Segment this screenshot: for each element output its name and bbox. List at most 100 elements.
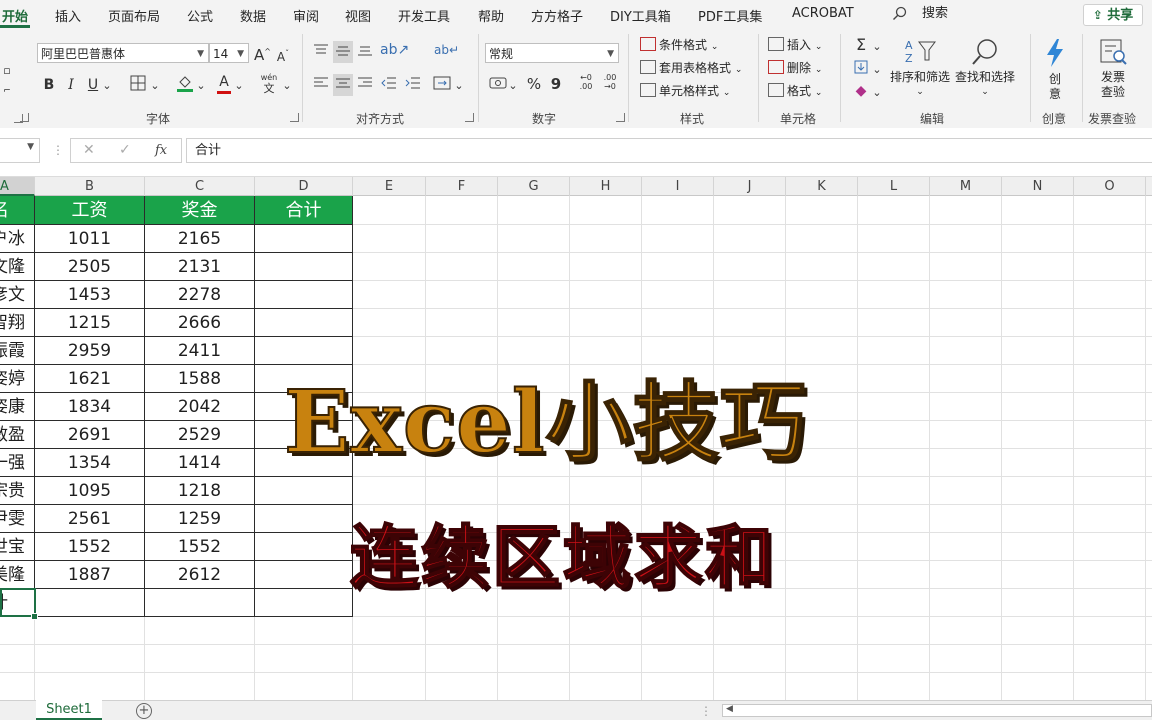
table-cell[interactable]: 一强 [0,449,35,477]
menu-tab[interactable]: PDF工具集 [698,6,762,25]
font-color-button[interactable]: A [216,73,232,94]
align-center-button[interactable] [333,74,353,96]
number-format-select[interactable]: 常规 ▼ [485,43,619,63]
scroll-left-icon[interactable]: ◀ [726,704,733,714]
format-painter-fragment-icon[interactable]: ⌐ [0,82,14,100]
add-sheet-button[interactable]: + [136,703,152,719]
bold-button[interactable]: B [42,76,56,94]
column-header[interactable]: N [1002,177,1074,196]
comma-style-button[interactable]: 9 [549,75,563,93]
table-cell[interactable]: 1414 [145,449,255,477]
fill-color-dropdown[interactable]: ⌄ [196,77,206,95]
clipboard-fragment-icon[interactable]: ▫ [0,62,14,80]
table-cell[interactable]: 宗贵 [0,477,35,505]
total-row-cell[interactable] [35,589,145,617]
table-header-cell[interactable]: 工资 [35,196,145,225]
creative-button[interactable]: 创 意 [1038,38,1072,102]
underline-dropdown[interactable]: ⌄ [102,77,112,95]
menu-tab[interactable]: 方方格子 [531,6,583,25]
table-cell[interactable]: 美隆 [0,561,35,589]
underline-button[interactable]: U [86,76,100,94]
table-cell[interactable]: 1834 [35,393,145,421]
column-header[interactable]: O [1074,177,1146,196]
formula-input[interactable]: 合计 [186,138,1152,163]
table-cell[interactable]: 2278 [145,281,255,309]
column-header[interactable]: D [255,177,353,196]
table-header-cell[interactable]: 奖金 [145,196,255,225]
table-cell[interactable] [255,477,353,505]
enter-icon[interactable]: ✓ [119,142,131,158]
column-header[interactable]: B [35,177,145,196]
column-header[interactable]: C [145,177,255,196]
menu-tab[interactable]: 数据 [240,6,266,25]
sort-filter-button[interactable]: AZ 排序和筛选 ⌄ [888,38,952,100]
table-cell[interactable]: 振霞 [0,337,35,365]
table-cell[interactable]: 2529 [145,421,255,449]
menu-tab[interactable]: 帮助 [478,6,504,25]
table-cell[interactable]: 1887 [35,561,145,589]
table-cell[interactable] [255,225,353,253]
font-name-select[interactable]: 阿里巴巴普惠体 ▼ [37,43,209,63]
align-right-button[interactable] [356,76,374,95]
menu-tab[interactable]: ACROBAT [792,6,854,21]
column-header[interactable]: J [714,177,786,196]
fill-handle[interactable] [31,613,38,620]
align-top-button[interactable] [312,43,330,62]
borders-button[interactable] [128,75,148,96]
table-cell[interactable] [255,281,353,309]
sheet-bar-grip-icon[interactable]: ⋮ [700,704,712,718]
table-header-cell[interactable]: 合计 [255,196,353,225]
table-cell[interactable]: 世宝 [0,533,35,561]
number-launcher[interactable] [616,113,625,122]
total-row-cell[interactable] [255,589,353,617]
table-cell[interactable]: 姿婷 [0,365,35,393]
column-header[interactable]: H [570,177,642,196]
table-cell[interactable]: 1354 [35,449,145,477]
table-cell[interactable]: 2505 [35,253,145,281]
fill-dropdown[interactable]: ⌄ [872,61,882,79]
phonetic-dropdown[interactable]: ⌄ [282,77,292,95]
table-cell[interactable]: 1218 [145,477,255,505]
table-cell[interactable]: 2612 [145,561,255,589]
increase-indent-button[interactable] [404,76,422,95]
menu-tab[interactable]: 公式 [187,6,213,25]
autosum-button[interactable]: Σ [852,36,870,54]
table-cell[interactable]: 户冰 [0,225,35,253]
borders-dropdown[interactable]: ⌄ [150,77,160,95]
table-cell[interactable]: 尹雯 [0,505,35,533]
table-cell[interactable]: 1011 [35,225,145,253]
accounting-dropdown[interactable]: ⌄ [508,77,518,95]
table-cell[interactable]: 2691 [35,421,145,449]
align-bottom-button[interactable] [356,43,374,62]
merge-center-button[interactable] [432,76,452,95]
table-cell[interactable]: 1588 [145,365,255,393]
table-cell[interactable]: 1552 [145,533,255,561]
formula-bar-grip-icon[interactable]: ⋮ [52,143,64,157]
table-cell[interactable] [255,505,353,533]
decrease-decimal-button[interactable]: .00 →0 [600,73,620,91]
menu-tab[interactable]: DIY工具箱 [610,6,671,25]
italic-button[interactable]: I [64,76,78,94]
menu-tab[interactable]: 插入 [55,6,81,25]
merge-dropdown[interactable]: ⌄ [454,77,464,95]
invoice-check-button[interactable]: 发票 查验 [1090,38,1136,100]
table-cell[interactable]: 姿康 [0,393,35,421]
share-button[interactable]: ⇪ 共享 [1083,4,1143,26]
phonetic-button[interactable]: wén 文 [258,72,280,94]
align-left-button[interactable] [312,76,330,95]
column-header[interactable]: K [786,177,858,196]
delete-cells-button[interactable]: 删除 ⌄ [768,60,822,78]
table-cell[interactable] [255,309,353,337]
table-cell[interactable]: 2411 [145,337,255,365]
font-size-select[interactable]: 14 ▼ [209,43,249,63]
fill-color-button[interactable] [176,73,194,98]
sheet-tab[interactable]: Sheet1 [36,700,102,720]
table-cell[interactable] [255,533,353,561]
percent-style-button[interactable]: % [526,75,542,93]
fill-button[interactable] [852,60,870,79]
table-cell[interactable]: 1621 [35,365,145,393]
format-cells-button[interactable]: 格式 ⌄ [768,83,822,101]
format-as-table-button[interactable]: 套用表格格式 ⌄ [640,60,742,78]
cell-styles-button[interactable]: 单元格样式 ⌄ [640,83,730,101]
table-cell[interactable]: 2042 [145,393,255,421]
